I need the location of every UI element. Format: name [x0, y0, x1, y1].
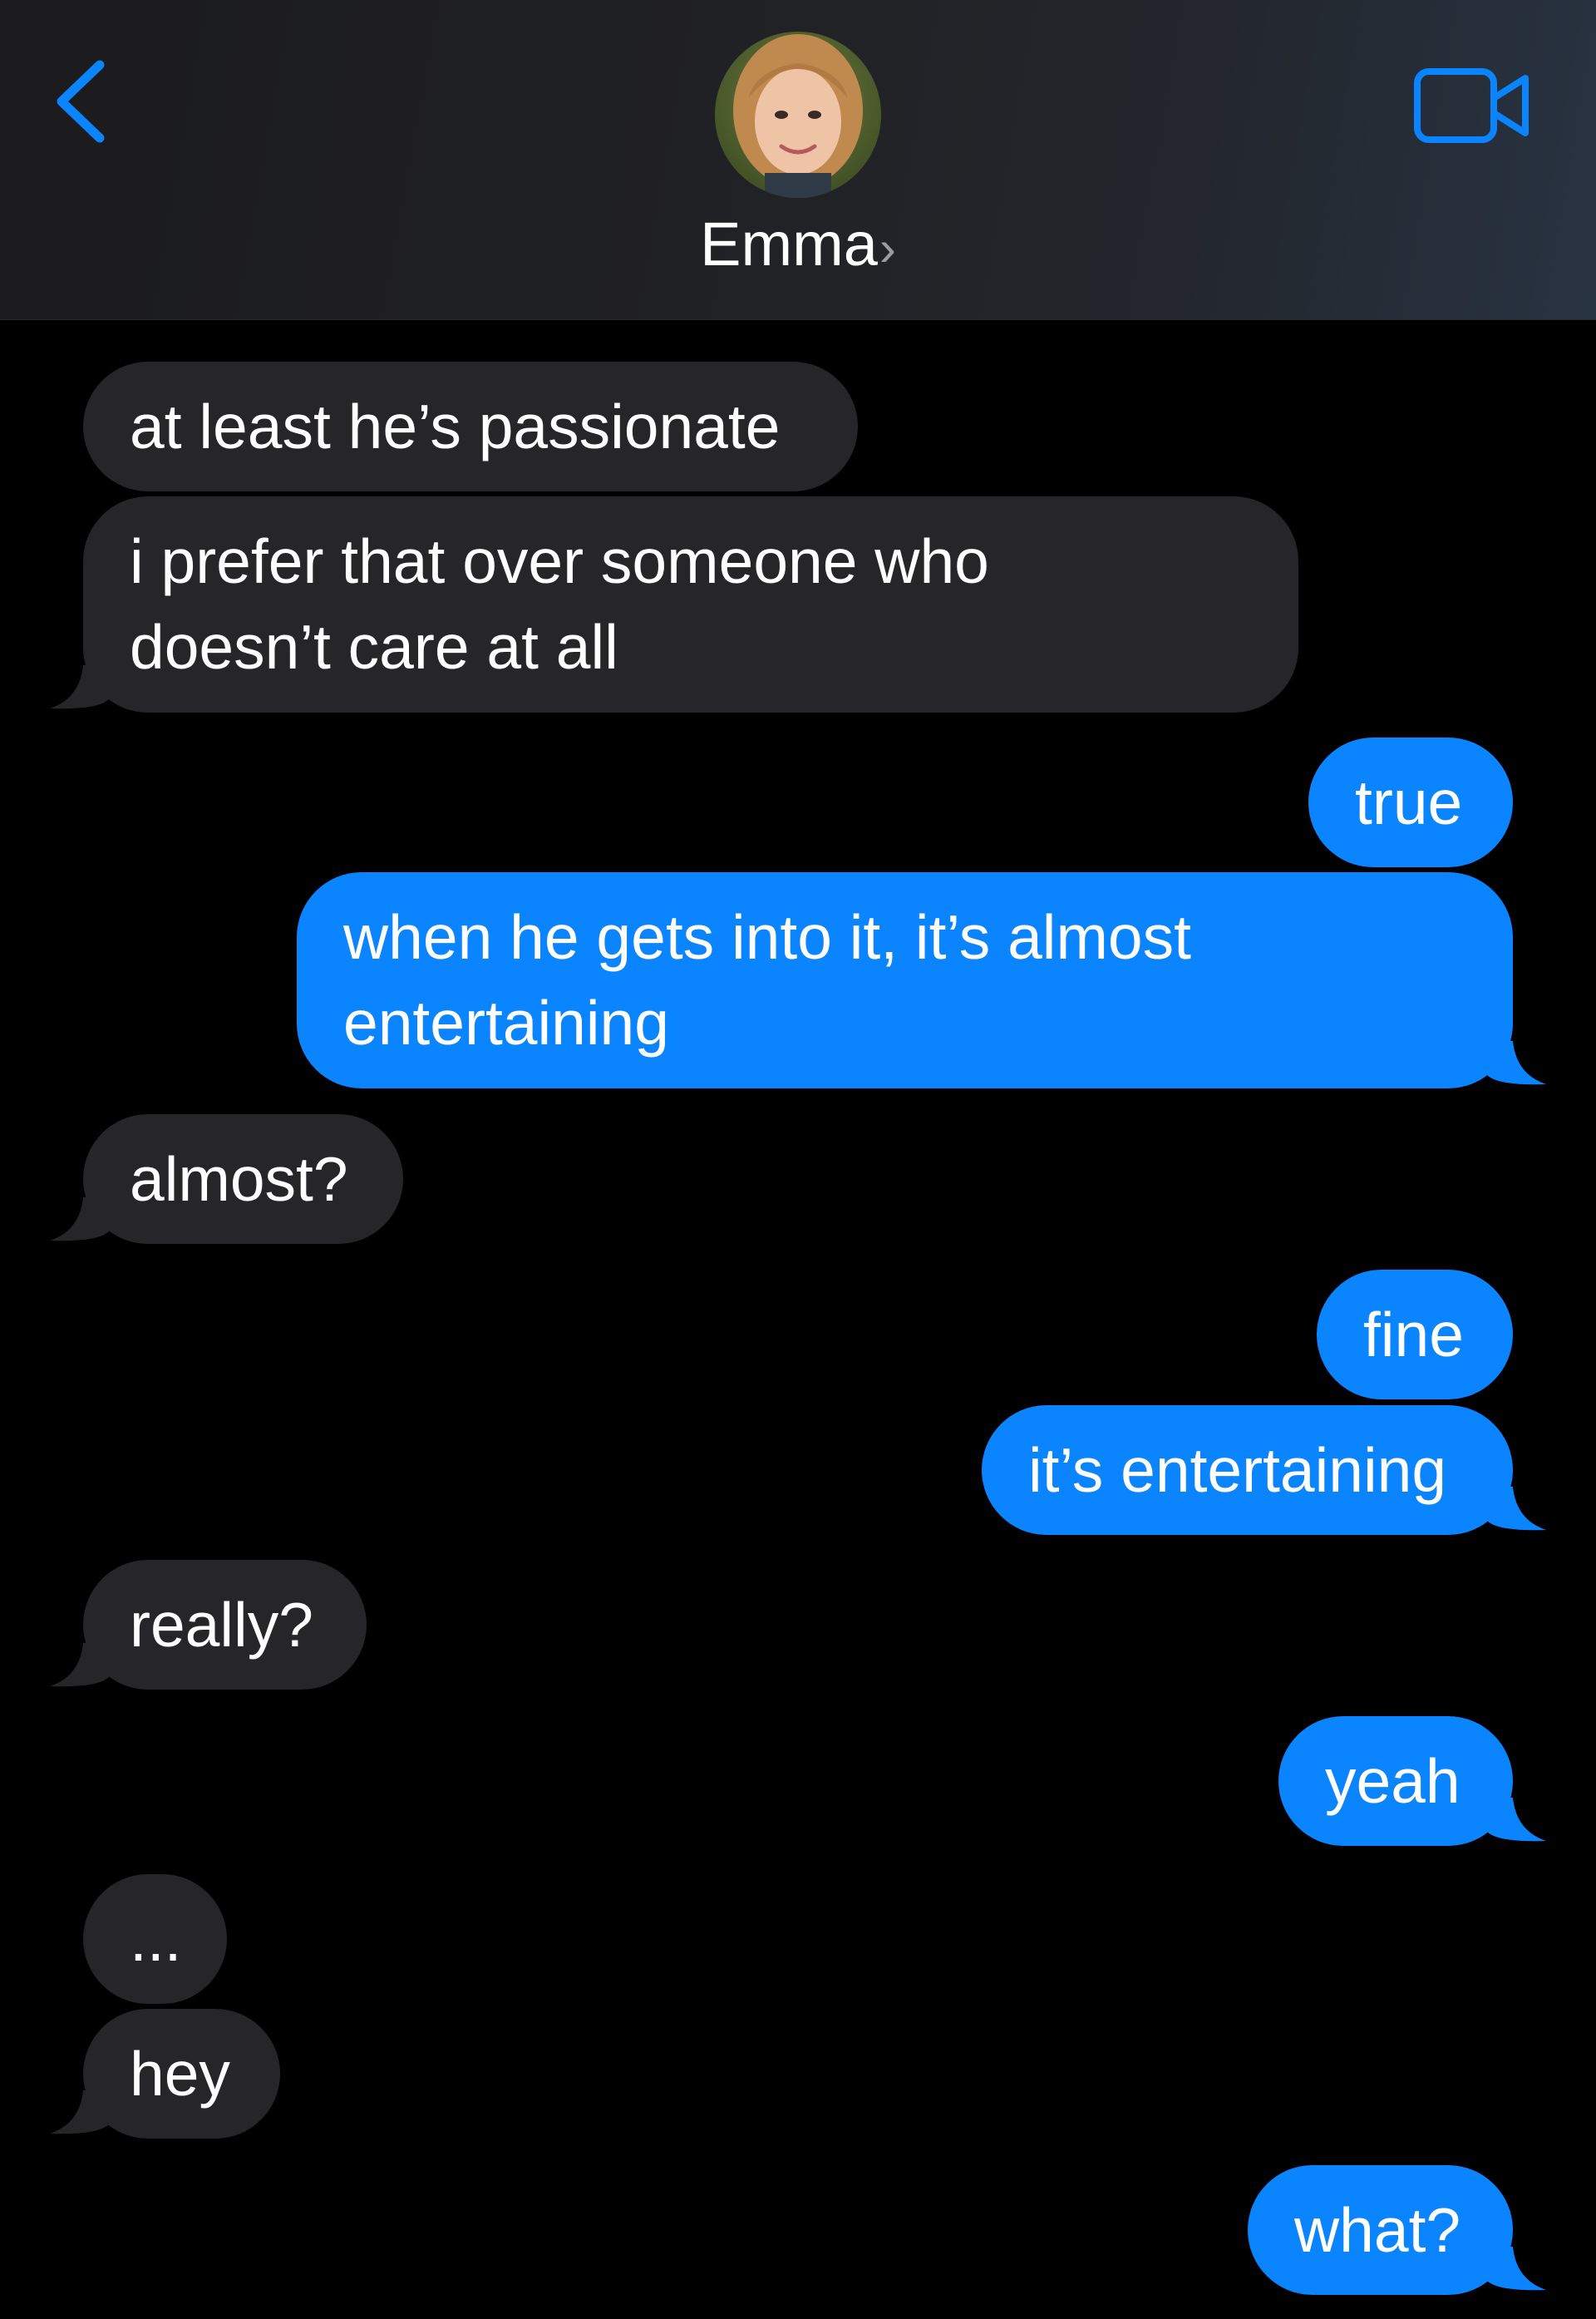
bubble-tail [1480, 1487, 1546, 1537]
message-text: yeah [1325, 1746, 1461, 1816]
bubble-tail [1480, 2247, 1546, 2297]
outgoing-message[interactable]: yeah [1278, 1716, 1513, 1846]
message-text: hey [130, 2039, 230, 2109]
bubble-tail [50, 1197, 116, 1247]
bubble-tail [1480, 1041, 1546, 1091]
message-text: what? [1294, 2195, 1461, 2265]
incoming-message[interactable]: almost? [83, 1114, 403, 1244]
message-text: fine [1363, 1300, 1464, 1369]
message-text-line: entertaining [343, 988, 669, 1058]
message-text: ... [130, 1904, 182, 1974]
outgoing-message[interactable]: what? [1248, 2165, 1513, 2295]
outgoing-message[interactable]: when he gets into it, it’s almost entert… [297, 872, 1513, 1088]
chevron-left-icon [57, 60, 105, 143]
video-camera-icon [1414, 68, 1529, 143]
incoming-message[interactable]: i prefer that over someone who doesn’t c… [83, 496, 1298, 713]
facetime-video-button[interactable] [1413, 67, 1533, 145]
bubble-tail [1480, 1798, 1546, 1848]
conversation-header: Emma› [0, 0, 1596, 320]
contact-name-button[interactable]: Emma› [0, 203, 1596, 290]
message-text-line: i prefer that over someone who [130, 526, 989, 596]
chevron-right-icon: › [879, 220, 896, 276]
bubble-tail [50, 1643, 116, 1693]
incoming-message[interactable]: ... [83, 1874, 227, 2004]
bubble-tail [50, 665, 116, 715]
message-text-line: doesn’t care at all [130, 612, 618, 682]
message-text: it’s entertaining [1028, 1435, 1447, 1505]
message-text: almost? [130, 1144, 348, 1214]
message-text: true [1355, 767, 1463, 837]
incoming-message[interactable]: at least he’s passionate [83, 362, 858, 491]
outgoing-message[interactable]: fine [1317, 1270, 1513, 1399]
incoming-message[interactable]: really? [83, 1560, 367, 1690]
outgoing-message[interactable]: true [1308, 738, 1513, 867]
outgoing-message[interactable]: it’s entertaining [982, 1405, 1513, 1535]
message-text: at least he’s passionate [130, 392, 781, 461]
back-button[interactable] [42, 50, 125, 150]
message-text-line: when he gets into it, it’s almost [343, 902, 1191, 972]
contact-name: Emma [700, 210, 878, 279]
bubble-tail [50, 2090, 116, 2140]
contact-avatar[interactable] [715, 32, 881, 198]
message-text: really? [130, 1590, 313, 1660]
